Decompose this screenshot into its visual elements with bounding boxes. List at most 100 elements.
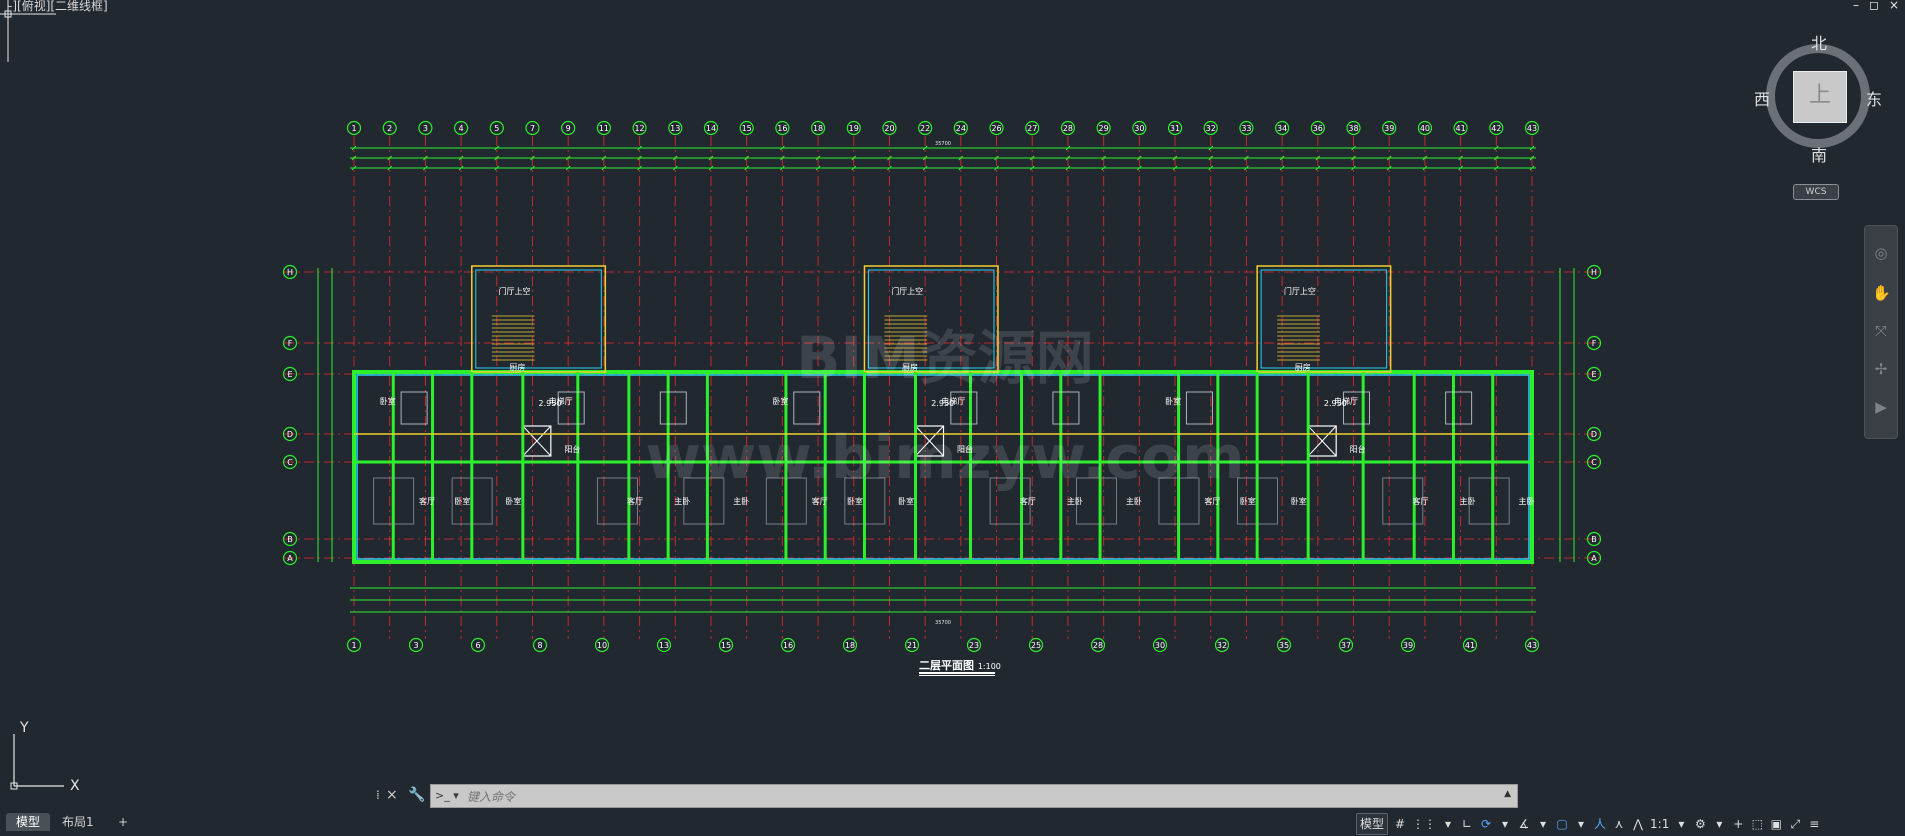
isolate-objects-icon[interactable]: ⬚ (1750, 814, 1764, 834)
watermark-line2: www.bimzyw.com (645, 423, 1244, 493)
top-axis-marker-label: 15 (742, 124, 752, 133)
top-axis-marker-label: 38 (1348, 124, 1358, 133)
room-label: 主卧 (1460, 496, 1476, 506)
viewcube-face-top[interactable]: 上 (1793, 71, 1847, 123)
furniture (1445, 391, 1473, 425)
top-axis-marker-label: 2 (387, 124, 392, 133)
room-label: 主卧 (674, 496, 690, 506)
right-axis-markers: H F E D C B A (1586, 264, 1602, 566)
top-axis-marker-label: 5 (494, 124, 499, 133)
zoom-extents-icon[interactable]: ⤧ (1872, 322, 1890, 340)
grid-toggle[interactable]: # (1393, 814, 1407, 834)
room-label: 卧室 (1165, 396, 1181, 406)
room-label: 客厅 (419, 496, 435, 506)
navigation-bar: ◎ ✋ ⤧ ✢ ▶ (1864, 225, 1898, 439)
compass-north[interactable]: 北 (1811, 30, 1827, 54)
status-bar: 模型 # ⋮⋮ ▾ ∟ ⟳ ▾ ∡ ▾ ▢ ▾ 人 ⋏ ⋀ 1:1 ▾ ⚙ ▾ … (1356, 811, 1905, 836)
bottom-axis-marker-label: 8 (537, 641, 542, 650)
annotation-scale-dropdown-icon[interactable]: ▾ (1674, 814, 1688, 834)
polar-dropdown-icon[interactable]: ▾ (1498, 814, 1512, 834)
snap-dropdown-icon[interactable]: ▾ (1441, 814, 1455, 834)
object-snap-toggle[interactable]: ▢ (1555, 814, 1569, 834)
wcs-menu[interactable]: WCS (1793, 184, 1839, 200)
showmotion-icon[interactable]: ▶ (1872, 398, 1890, 416)
annotation-visibility-toggle[interactable]: 人 (1593, 814, 1607, 834)
annotation-scale-value[interactable]: 1:1 (1650, 814, 1669, 834)
top-axis-marker-label: 29 (1099, 124, 1109, 133)
watermark-line1: BIM资源网 (796, 324, 1094, 392)
compass-west[interactable]: 西 (1754, 86, 1770, 110)
right-axis-marker-label: E (1591, 370, 1596, 379)
top-axis-marker-label: 9 (566, 124, 571, 133)
room-label: 主卧 (733, 496, 749, 506)
top-axis-marker-label: 41 (1456, 124, 1466, 133)
workspace-dropdown-icon[interactable]: ▾ (1712, 814, 1726, 834)
room-label: 卧室 (898, 496, 914, 506)
customize-wrench-icon[interactable]: 🔧 (408, 787, 425, 803)
room-label: 卧室 (847, 496, 863, 506)
left-axis-marker-label: D (287, 430, 293, 439)
ucs-y-label: Y (19, 720, 29, 736)
tab-model[interactable]: 模型 (6, 813, 51, 831)
right-axis-marker-label: D (1591, 430, 1597, 439)
customization-menu-icon[interactable]: ≡ (1807, 814, 1821, 834)
annotation-monitor-icon[interactable]: + (1731, 814, 1745, 834)
hardware-acceleration-icon[interactable]: ▣ (1769, 814, 1783, 834)
orbit-icon[interactable]: ✢ (1872, 360, 1890, 378)
top-axis-marker-label: 14 (706, 124, 716, 133)
annotation-scale-icon[interactable]: ⋀ (1631, 814, 1645, 834)
command-line-close-button[interactable]: × (386, 787, 398, 803)
top-axis-marker-label: 30 (1134, 124, 1144, 133)
command-history-expand-button[interactable]: ▲ (1504, 789, 1511, 799)
auto-scale-icon[interactable]: ⋏ (1612, 814, 1626, 834)
bottom-axis-marker-label: 41 (1465, 641, 1475, 650)
top-axis-marker-label: 32 (1206, 124, 1216, 133)
compass-south[interactable]: 南 (1811, 142, 1827, 166)
command-line: ⁞ × 🔧 >_ ▾ ▲ (376, 784, 1518, 810)
compass-east[interactable]: 东 (1866, 86, 1882, 110)
room-label: 客厅 (1412, 496, 1428, 506)
isodraft-toggle[interactable]: ∡ (1517, 814, 1531, 834)
room-label-void: 门厅上空 (1284, 286, 1316, 296)
top-axis-marker-label: 3 (423, 124, 428, 133)
snap-toggle[interactable]: ⋮⋮ (1412, 814, 1436, 834)
model-space-button[interactable]: 模型 (1356, 812, 1389, 835)
top-axis-marker-label: 27 (1027, 124, 1037, 133)
tab-layout1[interactable]: 布局1 (52, 813, 104, 831)
command-line-drag-handle[interactable]: ⁞ (376, 788, 384, 806)
pan-icon[interactable]: ✋ (1872, 284, 1891, 302)
room-label: 卧室 (772, 396, 788, 406)
top-axis-marker-label: 26 (991, 124, 1001, 133)
left-axis-marker-label: B (287, 535, 293, 544)
room-label: 厨房 (1295, 362, 1311, 372)
isodraft-dropdown-icon[interactable]: ▾ (1536, 814, 1550, 834)
workspace-gear-icon[interactable]: ⚙ (1693, 814, 1707, 834)
steering-wheel-icon[interactable]: ◎ (1872, 244, 1890, 262)
top-axis-marker-label: 4 (459, 124, 464, 133)
room-label: 卧室 (454, 496, 470, 506)
bottom-axis-marker-label: 25 (1031, 641, 1041, 650)
furniture (659, 391, 687, 425)
top-axis-marker-label: 33 (1241, 124, 1251, 133)
room-label: 主卧 (1067, 496, 1083, 506)
bottom-axis-marker-label: 18 (845, 641, 855, 650)
room-label: 厨房 (509, 362, 525, 372)
drawing-canvas[interactable]: 3570035700 门厅上空 门厅上空 门厅上空 卧室客厅 卧室电梯厅阳台卧室 客厅主… (0, 0, 1905, 836)
viewcube[interactable]: 上 北 南 西 东 (1754, 34, 1882, 165)
ortho-toggle[interactable]: ∟ (1460, 814, 1474, 834)
overall-dimension-bottom: 35700 (935, 620, 951, 626)
add-layout-button[interactable]: + (108, 813, 138, 831)
top-axis-marker-label: 1 (351, 124, 356, 133)
bottom-axis-marker-label: 35 (1279, 641, 1289, 650)
recent-commands-icon[interactable]: >_ ▾ (435, 789, 461, 805)
command-input[interactable] (465, 786, 1489, 808)
floor-plan-walls: 门厅上空 门厅上空 门厅上空 (352, 265, 1534, 564)
room-label: 主卧 (1126, 496, 1142, 506)
osnap-dropdown-icon[interactable]: ▾ (1574, 814, 1588, 834)
clean-screen-icon[interactable]: ⤢ (1788, 814, 1802, 834)
bottom-axis-marker-label: 1 (351, 641, 356, 650)
left-axis-marker-label: A (287, 554, 293, 563)
drawing-title: 二层平面图 1:100 (919, 657, 1001, 673)
polar-tracking-toggle[interactable]: ⟳ (1479, 814, 1493, 834)
room-label: 主卧 (1519, 496, 1535, 506)
